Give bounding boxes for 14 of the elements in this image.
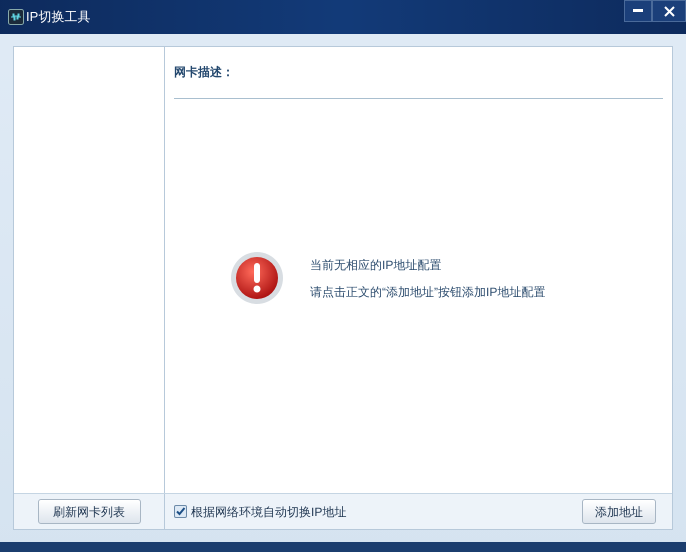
minimize-icon	[633, 9, 643, 13]
add-address-button[interactable]: 添加地址	[582, 499, 656, 524]
message-text: 请点击正文的“添加地址”按钮添加IP地址配置	[310, 284, 546, 300]
close-icon	[664, 6, 674, 16]
refresh-adapters-button[interactable]: 刷新网卡列表	[38, 499, 140, 524]
auto-switch-checkbox[interactable]	[174, 505, 187, 518]
close-button[interactable]	[652, 0, 686, 22]
minimize-button[interactable]	[624, 0, 652, 22]
message-text: 当前无相应的IP地址配置	[310, 256, 442, 274]
window-title: IP切换工具	[26, 8, 90, 26]
adapter-description-label: 网卡描述：	[174, 64, 234, 80]
app-icon	[8, 9, 24, 25]
error-icon	[230, 251, 284, 305]
auto-switch-label: 根据网络环境自动切换IP地址	[191, 504, 346, 520]
